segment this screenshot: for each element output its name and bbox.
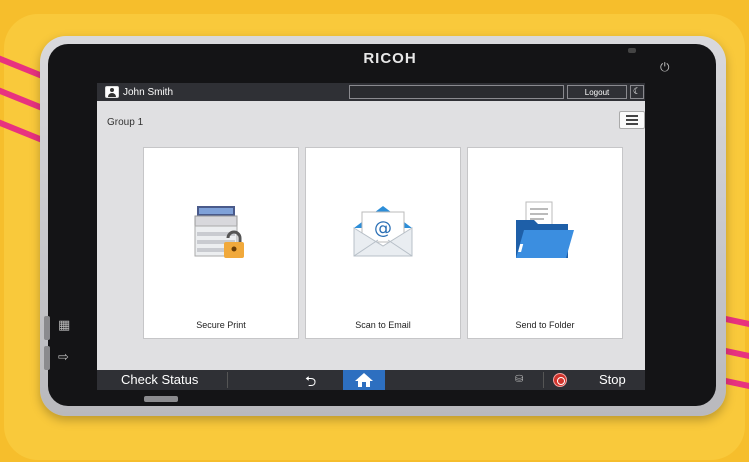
data-indicator-icon: ⛁ [515, 374, 524, 385]
home-button[interactable] [343, 370, 385, 390]
side-tab [44, 346, 50, 370]
login-arrow-icon[interactable]: ⇨ [58, 350, 69, 365]
menu-icon [626, 115, 638, 117]
moon-icon: ☾ [632, 87, 642, 97]
brand-logo: RICOH [363, 50, 417, 67]
divider [227, 372, 228, 388]
power-icon[interactable]: ⏻ [660, 60, 670, 75]
user-button[interactable]: John Smith [105, 85, 173, 99]
top-bar: John Smith Logout ☾ [97, 83, 645, 101]
sensor-indicator [628, 48, 636, 53]
stop-button[interactable]: Stop [599, 372, 626, 387]
device-settings-icon[interactable]: ▦ [58, 318, 70, 333]
menu-button[interactable] [619, 111, 645, 129]
bottom-bar: Check Status ⮌ ⛁ Stop [97, 370, 645, 390]
tile-label: Send to Folder [515, 320, 575, 330]
tile-secure-print[interactable]: Secure Print [143, 147, 299, 339]
menu-icon-line [626, 119, 638, 121]
svg-text:@: @ [374, 218, 392, 239]
secure-print-icon [144, 200, 298, 264]
side-tab [44, 316, 50, 340]
user-icon [105, 86, 119, 98]
tile-label: Secure Print [196, 320, 246, 330]
user-name: John Smith [123, 86, 174, 98]
folder-icon [468, 200, 622, 264]
bottom-tab [144, 396, 178, 402]
energy-saver-button[interactable]: ☾ [630, 85, 644, 99]
home-icon [355, 373, 373, 387]
menu-icon-line [626, 123, 638, 125]
check-status-button[interactable]: Check Status [121, 372, 198, 387]
divider [543, 372, 544, 388]
email-envelope-icon: @ [306, 200, 460, 264]
back-arrow-icon[interactable]: ⮌ [305, 371, 316, 390]
tile-label: Scan to Email [355, 320, 411, 330]
stop-icon[interactable] [553, 373, 567, 387]
page-title: Group 1 [107, 117, 144, 128]
app-tiles: Secure Print @ Scan to Email Send to Fol… [143, 147, 623, 339]
tile-scan-to-email[interactable]: @ Scan to Email [305, 147, 461, 339]
logout-button[interactable]: Logout [567, 85, 627, 99]
system-message-field[interactable] [349, 85, 564, 99]
touch-screen: John Smith Logout ☾ Group 1 Secure Print… [97, 83, 645, 390]
tile-send-to-folder[interactable]: Send to Folder [467, 147, 623, 339]
